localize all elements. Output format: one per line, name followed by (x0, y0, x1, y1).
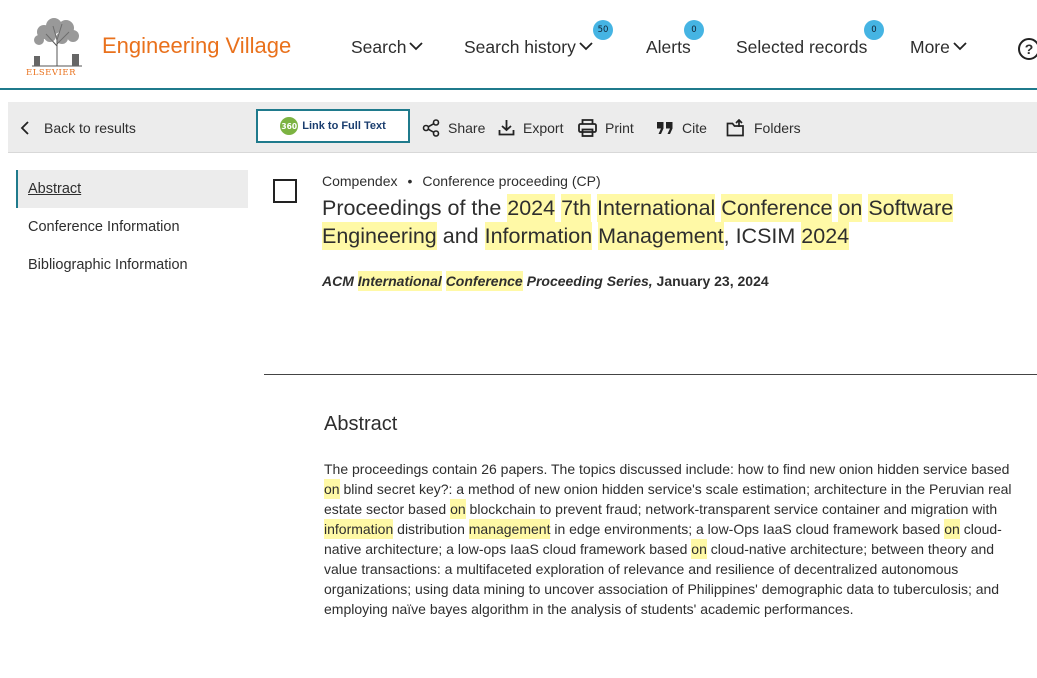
meta-separator: • (407, 173, 413, 189)
title-highlight-term: International (596, 194, 716, 222)
link-to-full-text-button[interactable]: 360 Link to Full Text (256, 109, 410, 143)
title-text-segment: , ICSIM (723, 224, 802, 248)
abstract-text-segment: distribution (393, 521, 469, 537)
share-button[interactable]: Share (422, 102, 485, 153)
share-icon (422, 118, 440, 137)
link-to-full-text-label: Link to Full Text (302, 120, 386, 132)
help-icon[interactable]: ? (1018, 38, 1037, 60)
print-label: Print (605, 119, 634, 136)
nav-more[interactable]: More (910, 37, 967, 58)
abstract-text-segment: in edge environments; a low-Ops IaaS clo… (550, 521, 945, 537)
elsevier-logo-text: ELSEVIER (26, 68, 76, 78)
journal-prefix: ACM (322, 273, 358, 289)
section-divider (264, 374, 1037, 375)
document-type: Conference proceeding (CP) (422, 173, 601, 189)
record-toolbar: Back to results 360 Link to Full Text Sh… (8, 102, 1037, 153)
record-source: ACM International Conference Proceeding … (322, 271, 769, 291)
sidenav-item-abstract[interactable]: Abstract (16, 170, 248, 208)
source-journal[interactable]: ACM International Conference Proceeding … (322, 271, 653, 291)
abstract-highlight-term: information (324, 519, 394, 539)
title-highlight-term: Software (868, 194, 954, 222)
nav-more-label: More (910, 37, 950, 57)
cite-icon (657, 121, 673, 134)
record-meta: Compendex • Conference proceeding (CP) (322, 173, 601, 189)
title-highlight-term: 7th (561, 194, 591, 222)
share-label: Share (448, 119, 486, 136)
title-highlight-term: 2024 (801, 222, 850, 250)
export-label: Export (523, 119, 564, 136)
folder-icon (726, 118, 744, 136)
folders-label: Folders (754, 119, 801, 136)
database-name: Compendex (322, 173, 398, 189)
nav-search-history-label: Search history (464, 37, 576, 57)
nav-selected-records-label: Selected records (736, 37, 868, 57)
record-title: Proceedings of the 2024 7th Internationa… (322, 194, 972, 250)
chevron-down-icon (579, 42, 593, 51)
cite-button[interactable]: Cite (656, 102, 707, 153)
cite-label: Cite (682, 119, 707, 136)
nav-search-history[interactable]: Search history (464, 37, 593, 58)
abstract-highlight-term: on (691, 539, 707, 559)
export-button[interactable]: Export (498, 102, 563, 153)
360-link-icon: 360 (280, 117, 299, 135)
abstract-text: The proceedings contain 26 papers. The t… (324, 459, 1024, 619)
journal-highlight-term: Conference (445, 271, 523, 291)
chevron-left-icon (20, 120, 29, 135)
title-highlight-term: Engineering (322, 222, 437, 250)
selected-records-count-badge: 0 (864, 20, 884, 40)
sidenav-item-bibliographic-information[interactable]: Bibliographic Information (16, 246, 248, 284)
nav-alerts[interactable]: Alerts (646, 37, 691, 58)
title-highlight-term: Information (484, 222, 593, 250)
abstract-text-segment: blockchain to prevent fraud; network-tra… (465, 501, 998, 517)
top-header: ELSEVIER Engineering Village Search Sear… (0, 0, 1037, 90)
title-text-segment: Proceedings of the (322, 196, 508, 220)
alerts-count-badge: 0 (684, 20, 704, 40)
select-record-checkbox[interactable] (273, 179, 297, 203)
abstract-heading: Abstract (324, 413, 398, 435)
abstract-highlight-term: on (450, 499, 466, 519)
print-button[interactable]: Print (578, 102, 634, 153)
title-text-segment: and (436, 224, 485, 248)
back-to-results-button[interactable]: Back to results (20, 102, 136, 153)
title-highlight-term: on (838, 194, 863, 222)
sidenav-item-conference-information[interactable]: Conference Information (16, 208, 248, 246)
journal-suffix: Proceeding Series, (522, 273, 653, 289)
search-history-count-badge: 50 (593, 20, 613, 40)
back-to-results-label: Back to results (44, 119, 136, 136)
print-icon (578, 118, 597, 137)
chevron-down-icon (409, 42, 424, 51)
nav-selected-records[interactable]: Selected records (736, 37, 867, 58)
title-highlight-term: 2024 (507, 194, 556, 222)
abstract-highlight-term: on (324, 479, 340, 499)
chevron-down-icon (953, 42, 967, 51)
abstract-highlight-term: management (468, 519, 551, 539)
nav-alerts-label: Alerts (646, 37, 691, 57)
nav-search-label: Search (351, 37, 407, 57)
nav-search[interactable]: Search (351, 37, 424, 58)
publication-date: January 23, 2024 (652, 273, 769, 289)
journal-highlight-term: International (357, 271, 442, 291)
folders-button[interactable]: Folders (726, 102, 801, 153)
export-icon (498, 120, 515, 136)
title-highlight-term: Conference (721, 194, 833, 222)
abstract-text-segment: The proceedings contain 26 papers. The t… (324, 461, 1010, 477)
brand-name[interactable]: Engineering Village (102, 33, 291, 59)
abstract-highlight-term: on (944, 519, 960, 539)
title-highlight-term: Management (598, 222, 724, 250)
